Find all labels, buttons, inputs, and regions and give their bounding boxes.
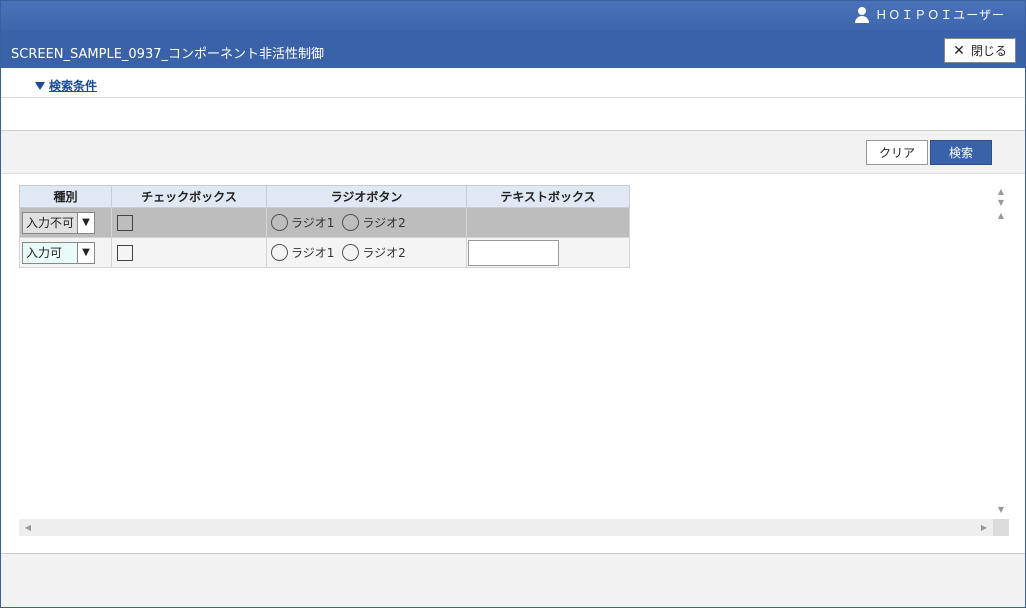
horizontal-scrollbar[interactable]: ◀ ▶ (19, 519, 993, 536)
title-bar: SCREEN_SAMPLE_0937_コンポーネント非活性制御 ✕ 閉じる (1, 31, 1025, 68)
text-input[interactable] (468, 239, 559, 266)
type-select-value: 入力可 (26, 246, 63, 260)
type-cell: 入力不可 ▼ (19, 207, 112, 238)
scroll-up-arrow-icon[interactable]: ▲ (993, 209, 1009, 221)
triangle-down-icon (35, 81, 45, 90)
user-icon (855, 6, 870, 23)
radio-option-2: ラジオ2 (342, 214, 406, 231)
search-conditions-toggle[interactable]: 検索条件 (35, 77, 97, 94)
radio-group: ラジオ1 ラジオ2 (269, 214, 464, 231)
table-row: 入力可 ▼ ラジオ1 ラジオ2 (19, 237, 630, 268)
top-bar: ＨＯＩＰＯＩユーザー (1, 1, 1025, 31)
row-checkbox[interactable] (117, 244, 133, 261)
row-checkbox (117, 214, 133, 231)
type-cell: 入力可 ▼ (19, 237, 112, 268)
dropdown-arrow-icon: ▼ (77, 212, 94, 233)
data-grid: 種別 チェックボックス ラジオボタン テキストボックス 入力不可 ▼ ラジオ1 … (19, 185, 630, 268)
window-frame: ＨＯＩＰＯＩユーザー SCREEN_SAMPLE_0937_コンポーネント非活性… (0, 0, 1026, 608)
type-select[interactable]: 入力不可 ▼ (22, 211, 95, 234)
radio-option-1[interactable]: ラジオ1 (271, 244, 334, 261)
textbox-cell (466, 207, 630, 238)
column-header-radio: ラジオボタン (266, 185, 467, 208)
scroll-down-arrow-icon[interactable]: ▼ (993, 503, 1009, 515)
radio-label-1: ラジオ1 (291, 246, 335, 260)
radio-cell: ラジオ1 ラジオ2 (266, 237, 467, 268)
radio-option-2[interactable]: ラジオ2 (342, 244, 406, 261)
dropdown-arrow-icon: ▼ (77, 242, 94, 263)
close-button[interactable]: ✕ 閉じる (944, 38, 1016, 63)
user-name: ＨＯＩＰＯＩユーザー (875, 8, 1005, 22)
close-button-label: 閉じる (970, 44, 1007, 58)
type-select[interactable]: 入力可 ▼ (22, 241, 95, 264)
type-select-value: 入力不可 (26, 216, 75, 230)
table-row: 入力不可 ▼ ラジオ1 ラジオ2 (19, 207, 630, 238)
user-menu[interactable]: ＨＯＩＰＯＩユーザー (855, 6, 1005, 23)
grid-header-row: 種別 チェックボックス ラジオボタン テキストボックス (19, 185, 630, 208)
action-bar: クリア 検索 (1, 130, 1025, 174)
checkbox-cell (111, 237, 267, 268)
radio-label-2: ラジオ2 (362, 246, 406, 260)
clear-button[interactable]: クリア (866, 140, 928, 165)
radio-circle-icon (342, 214, 360, 231)
search-conditions-bar: 検索条件 (1, 68, 1025, 98)
vertical-scrollbar[interactable]: ▲ ▼ ▲ ▼ (993, 185, 1009, 519)
column-header-textbox: テキストボックス (466, 185, 630, 208)
radio-option-1: ラジオ1 (271, 214, 334, 231)
column-header-checkbox: チェックボックス (111, 185, 267, 208)
radio-label-2: ラジオ2 (362, 216, 406, 230)
page-title: SCREEN_SAMPLE_0937_コンポーネント非活性制御 (11, 47, 324, 62)
grid-area: 種別 チェックボックス ラジオボタン テキストボックス 入力不可 ▼ ラジオ1 … (19, 185, 1009, 536)
search-conditions-label: 検索条件 (49, 79, 98, 93)
scroll-left-arrow-icon[interactable]: ◀ (21, 519, 35, 536)
scroll-down-arrow-icon[interactable]: ▼ (993, 196, 1009, 208)
radio-circle-icon (271, 244, 288, 261)
scroll-right-arrow-icon[interactable]: ▶ (977, 519, 991, 536)
close-icon: ✕ (953, 42, 965, 59)
scrollbar-corner (993, 519, 1009, 536)
radio-circle-icon (271, 214, 288, 231)
column-header-type: 種別 (19, 185, 112, 208)
radio-cell: ラジオ1 ラジオ2 (266, 207, 467, 238)
radio-label-1: ラジオ1 (291, 216, 335, 230)
footer-bar (1, 553, 1025, 607)
radio-group: ラジオ1 ラジオ2 (269, 244, 464, 261)
search-button[interactable]: 検索 (930, 140, 992, 165)
textbox-cell (466, 237, 630, 268)
checkbox-cell (111, 207, 267, 238)
radio-circle-icon (342, 244, 360, 261)
